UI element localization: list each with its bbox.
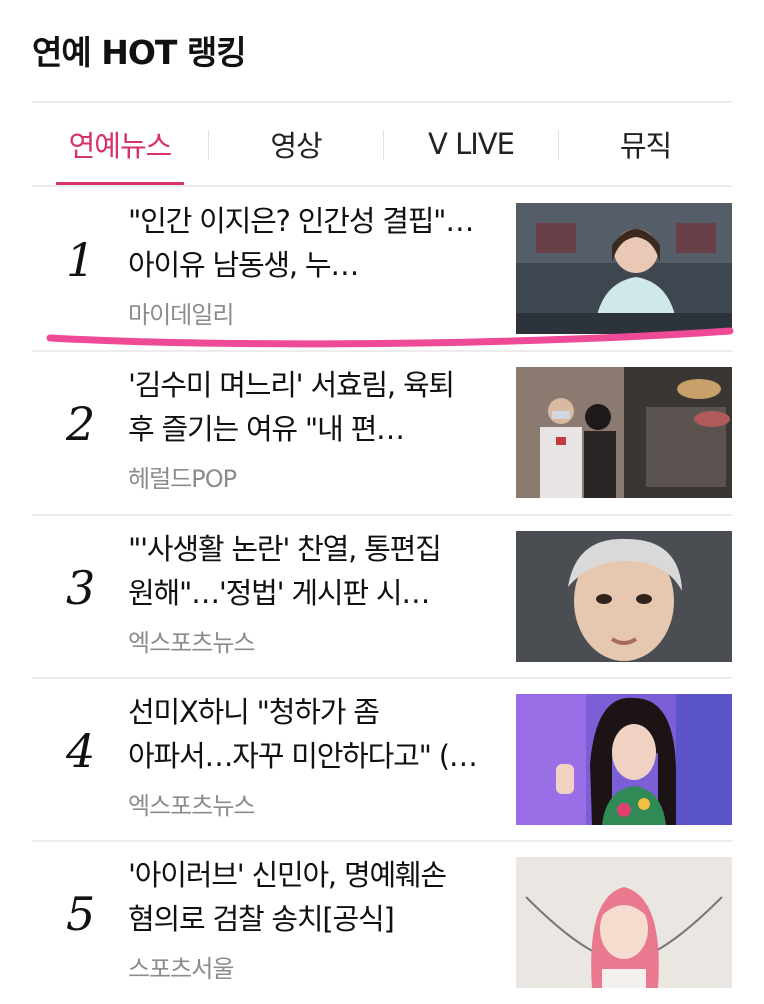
headline[interactable]: "인간 이지은? 인간성 결핍"…아이유 남동생, 누… [128, 199, 480, 287]
rank-number: 3 [66, 561, 96, 615]
tab-music[interactable]: 뮤직 [559, 104, 732, 184]
section-title: 연예 HOT 랭킹 [32, 33, 247, 72]
divider [32, 101, 732, 103]
tab-entertainment-news[interactable]: 연예뉴스 [32, 104, 208, 184]
ranking-item[interactable]: 2 '김수미 며느리' 서효림, 육퇴 후 즐기는 여유 "내 편… 헤럴드PO… [32, 351, 732, 514]
news-thumbnail[interactable] [516, 694, 732, 825]
news-source: 엑스포츠뉴스 [128, 792, 255, 820]
news-source: 엑스포츠뉴스 [128, 629, 255, 657]
headline[interactable]: 선미X하니 "청하가 좀 아파서…자꾸 미안하다고" (… [128, 690, 480, 778]
news-thumbnail[interactable] [516, 531, 732, 662]
ranking-item[interactable]: 4 선미X하니 "청하가 좀 아파서…자꾸 미안하다고" (… 엑스포츠뉴스 [32, 678, 732, 841]
headline[interactable]: "'사생활 논란' 찬열, 통편집 원해"…'정법' 게시판 시… [128, 527, 480, 615]
ranking-item[interactable]: 1 "인간 이지은? 인간성 결핍"…아이유 남동생, 누… 마이데일리 [32, 187, 732, 350]
ranking-item[interactable]: 5 '아이러브' 신민아, 명예훼손 혐의로 검찰 송치[공식] 스포츠서울 [32, 841, 732, 1004]
rank-number: 2 [66, 397, 96, 451]
rank-number: 1 [66, 233, 96, 287]
rank-number: 4 [66, 724, 96, 778]
news-source: 스포츠서울 [128, 955, 234, 983]
news-thumbnail[interactable] [516, 367, 732, 498]
headline[interactable]: '김수미 며느리' 서효림, 육퇴 후 즐기는 여유 "내 편… [128, 363, 480, 451]
tab-video[interactable]: 영상 [209, 104, 383, 184]
ranking-item[interactable]: 3 "'사생활 논란' 찬열, 통편집 원해"…'정법' 게시판 시… 엑스포츠… [32, 515, 732, 678]
news-source: 헤럴드POP [128, 465, 237, 493]
category-tabs: 연예뉴스 영상 V LIVE 뮤직 [32, 104, 732, 186]
rank-number: 5 [66, 887, 96, 941]
headline[interactable]: '아이러브' 신민아, 명예훼손 혐의로 검찰 송치[공식] [128, 853, 480, 941]
news-thumbnail[interactable] [516, 857, 732, 988]
news-thumbnail[interactable] [516, 203, 732, 334]
tab-vlive[interactable]: V LIVE [384, 104, 558, 184]
news-source: 마이데일리 [128, 301, 234, 329]
